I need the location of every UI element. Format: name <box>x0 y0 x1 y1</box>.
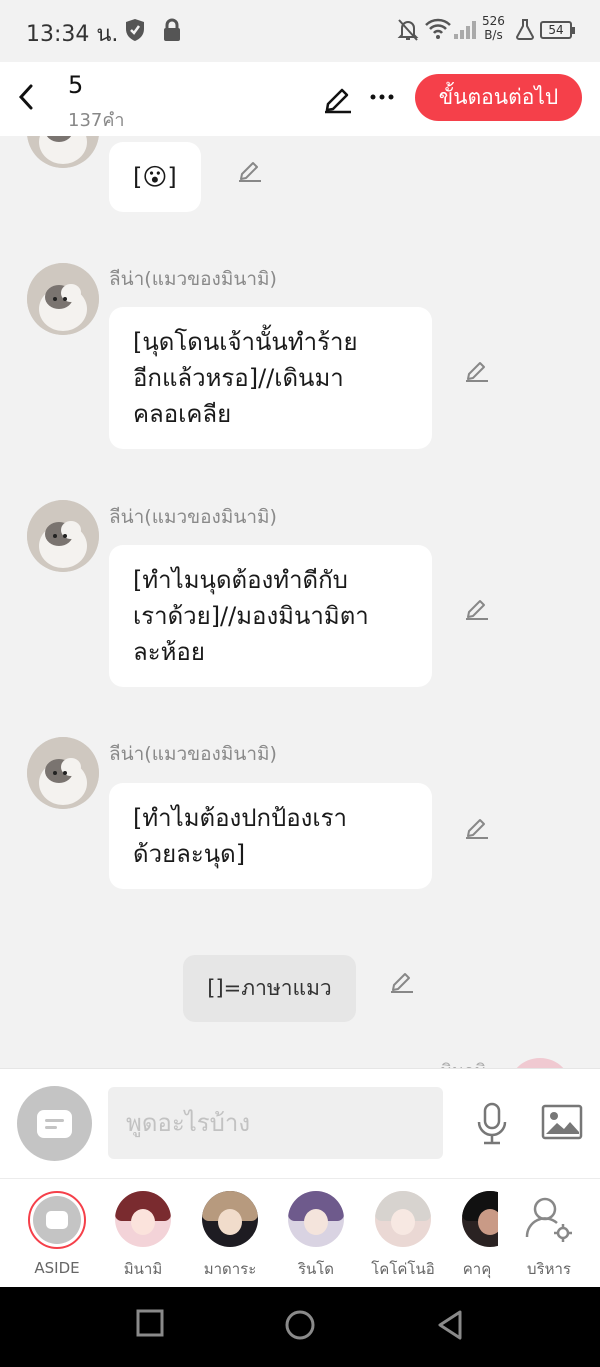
character-kokonoi[interactable]: โคโค่โนอิ <box>367 1191 439 1281</box>
avatar[interactable] <box>27 737 99 809</box>
aside-avatar <box>28 1191 86 1249</box>
battery-icon: 54 <box>540 21 575 39</box>
word-count: 137คำ <box>68 110 125 131</box>
avatar <box>462 1191 498 1247</box>
bell-off-icon <box>397 18 419 46</box>
lock-icon <box>162 18 182 46</box>
status-time: 13:34 น. <box>26 22 119 47</box>
character-aside[interactable]: ASIDE <box>21 1191 93 1277</box>
sender-name: ลีน่า(แมวของมินามิ) <box>109 743 277 765</box>
sender-name: ลีน่า(แมวของมินามิ) <box>109 268 277 290</box>
avatar[interactable] <box>27 263 99 335</box>
edit-icon[interactable] <box>389 967 415 997</box>
flask-icon <box>515 18 535 44</box>
character-rindo[interactable]: รินโด <box>280 1191 352 1281</box>
aside-toggle-button[interactable] <box>17 1086 92 1161</box>
character-madara[interactable]: มาดาระ <box>194 1191 266 1281</box>
net-speed: 526 B/s <box>482 14 505 42</box>
recent-apps-icon[interactable] <box>136 1309 164 1341</box>
avatar[interactable] <box>27 500 99 572</box>
pen-icon[interactable] <box>322 82 354 118</box>
input-bar <box>0 1068 600 1178</box>
message-bubble[interactable]: [ทำไมนุดต้องทำดีกับ เราด้วย]//มองมินามิต… <box>109 545 432 687</box>
sender-name: ลีน่า(แมวของมินามิ) <box>109 506 277 528</box>
sender-name: มินามิ <box>440 1056 486 1068</box>
back-icon[interactable] <box>436 1309 464 1345</box>
edit-icon[interactable] <box>464 356 490 386</box>
character-bar: ASIDE มินามิ มาดาระ รินโด โคโค่โนอิ คาคุ… <box>0 1178 600 1287</box>
avatar <box>202 1191 258 1247</box>
narration-bubble[interactable]: []=ภาษาแมว <box>183 955 356 1022</box>
next-step-button[interactable]: ขั้นตอนต่อไป <box>415 74 582 121</box>
character-minami[interactable]: มินามิ <box>107 1191 179 1281</box>
status-bar: 13:34 น. 526 B/s 54 <box>0 0 600 62</box>
more-options-icon[interactable] <box>368 82 396 116</box>
message-bubble[interactable]: [😮] <box>109 142 201 212</box>
character-kakucho[interactable]: คาคุ <box>456 1191 498 1281</box>
message-input[interactable] <box>108 1087 443 1159</box>
avatar <box>375 1191 431 1247</box>
chat-area: [😮] ลีน่า(แมวของมินามิ) [นุดโดนเจ้านั้นท… <box>0 136 600 1068</box>
signal-icon <box>453 18 479 44</box>
back-arrow-icon[interactable] <box>14 82 40 116</box>
message-icon <box>37 1110 72 1138</box>
episode-title: 5 <box>68 71 84 99</box>
avatar <box>115 1191 171 1247</box>
message-bubble[interactable]: [ทำไมต้องปกป้องเรา ด้วยละนุด] <box>109 783 432 889</box>
app-header: 5 137คำ ขั้นตอนต่อไป <box>0 62 600 136</box>
user-settings-icon <box>521 1191 577 1247</box>
edit-icon[interactable] <box>237 156 263 186</box>
shield-icon <box>124 18 146 46</box>
edit-icon[interactable] <box>464 813 490 843</box>
manage-characters-button[interactable]: บริหาร <box>513 1191 585 1281</box>
message-bubble[interactable]: [นุดโดนเจ้านั้นทำร้าย อีกแล้วหรอ]//เดินม… <box>109 307 432 449</box>
system-nav-bar <box>0 1287 600 1367</box>
edit-icon[interactable] <box>464 594 490 624</box>
avatar <box>288 1191 344 1247</box>
home-icon[interactable] <box>284 1309 316 1345</box>
image-icon[interactable] <box>541 1104 583 1144</box>
microphone-icon[interactable] <box>474 1102 510 1150</box>
wifi-icon <box>425 18 451 44</box>
avatar[interactable] <box>508 1058 572 1068</box>
avatar[interactable] <box>27 136 99 168</box>
